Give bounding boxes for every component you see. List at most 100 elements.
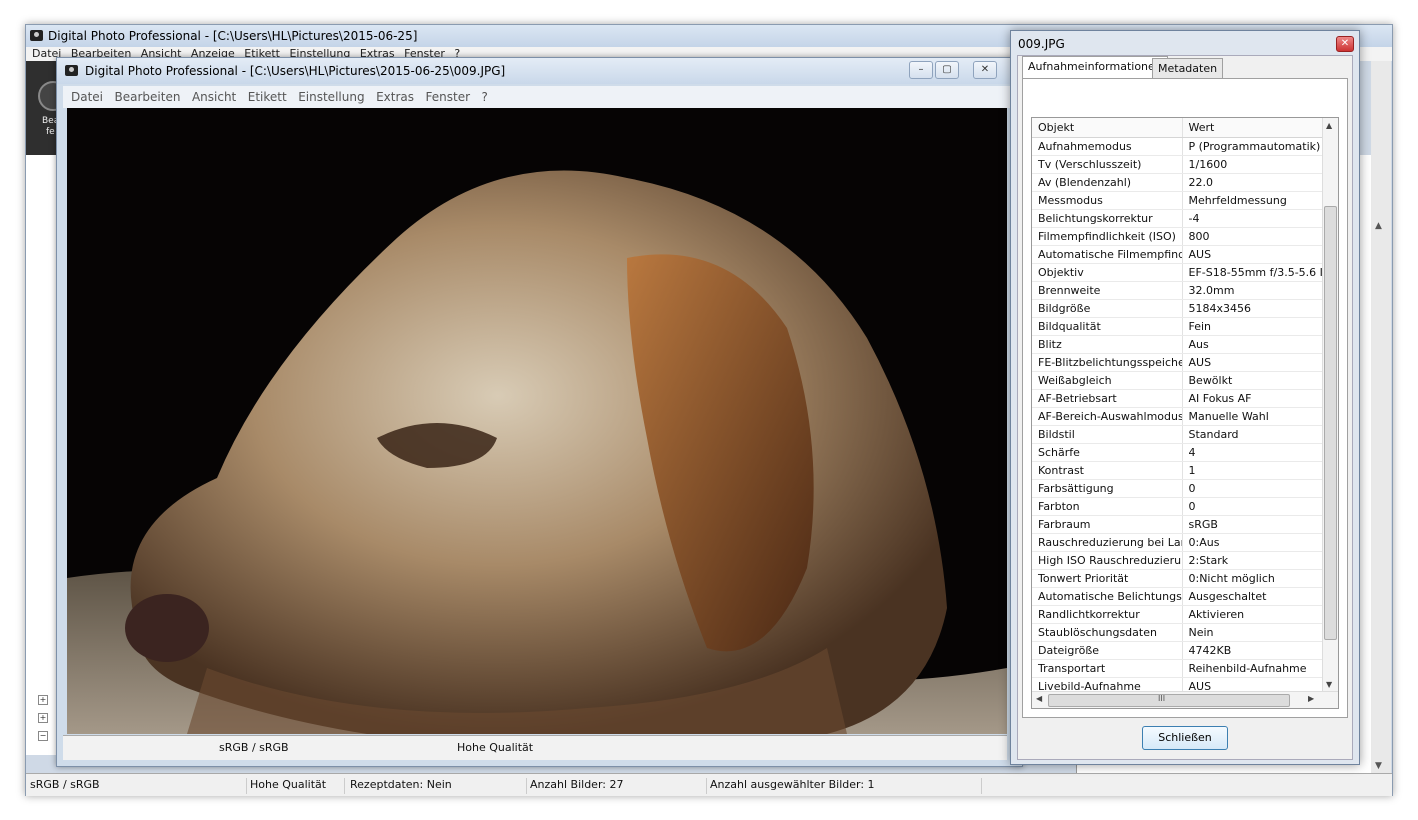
table-cell-value: 4742KB	[1182, 641, 1323, 660]
dialog-close-icon[interactable]: ✕	[1336, 36, 1354, 52]
dog-photo	[67, 108, 1007, 734]
menu-etikett[interactable]: Etikett	[248, 90, 287, 104]
table-row[interactable]: Bildstil Standard	[1032, 425, 1323, 444]
tree-expand-icon[interactable]: +	[38, 713, 48, 723]
table-cell-value: EF-S18-55mm f/3.5-5.6 IS I	[1182, 263, 1323, 282]
table-row[interactable]: Bildqualität Fein	[1032, 317, 1323, 336]
table-cell-property: Objektiv	[1032, 263, 1183, 282]
scroll-down-arrow-icon[interactable]: ▼	[1326, 680, 1332, 689]
table-cell-value: 0	[1182, 497, 1323, 516]
table-row[interactable]: Brennweite 32.0mm	[1032, 281, 1323, 300]
tab-aufnahmeinformationen[interactable]: Aufnahmeinformationen	[1022, 56, 1168, 80]
table-cell-property: Farbton	[1032, 497, 1183, 516]
minimize-button[interactable]: –	[909, 61, 933, 79]
table-row[interactable]: Randlichtkorrektur Aktivieren	[1032, 605, 1323, 624]
table-row[interactable]: Filmempfindlichkeit (ISO) 800	[1032, 227, 1323, 246]
menu-ansicht[interactable]: Ansicht	[192, 90, 236, 104]
main-statusbar: sRGB / sRGB Hohe Qualität Rezeptdaten: N…	[26, 773, 1392, 796]
table-cell-property: Belichtungskorrektur	[1032, 209, 1183, 228]
table-row[interactable]: Dateigröße 4742KB	[1032, 641, 1323, 660]
table-cell-value: 0:Aus	[1182, 533, 1323, 552]
table-row[interactable]: Tonwert Priorität 0:Nicht möglich	[1032, 569, 1323, 588]
menu-datei[interactable]: Datei	[71, 90, 103, 104]
image-menubar: Datei Bearbeiten Ansicht Etikett Einstel…	[63, 86, 1016, 108]
table-cell-value: Fein	[1182, 317, 1323, 336]
image-status-quality: Hohe Qualität	[457, 741, 534, 754]
table-horizontal-scroll-thumb[interactable]	[1048, 694, 1290, 707]
table-row[interactable]: Automatische Belichtungso...Ausgeschalte…	[1032, 587, 1323, 606]
table-row[interactable]: Objektiv EF-S18-55mm f/3.5-5.6 IS I	[1032, 263, 1323, 282]
scroll-right-arrow-icon[interactable]: ▶	[1308, 694, 1314, 703]
table-row[interactable]: Belichtungskorrektur -4	[1032, 209, 1323, 228]
scroll-left-arrow-icon[interactable]: ◀	[1036, 694, 1042, 703]
tree-expand-icon[interactable]: +	[38, 695, 48, 705]
status-color-space: sRGB / sRGB	[30, 778, 247, 794]
table-cell-property: Blitz	[1032, 335, 1183, 354]
table-row[interactable]: Messmodus Mehrfeldmessung	[1032, 191, 1323, 210]
table-cell-value: Standard	[1182, 425, 1323, 444]
column-header-wert[interactable]: Wert	[1182, 118, 1323, 138]
table-row[interactable]: Av (Blendenzahl) 22.0	[1032, 173, 1323, 192]
window-close-button[interactable]: ✕	[973, 61, 997, 79]
maximize-button[interactable]: ▢	[935, 61, 959, 79]
table-row[interactable]: Blitz Aus	[1032, 335, 1323, 354]
table-row[interactable]: High ISO Rauschreduzierung 2:Stark	[1032, 551, 1323, 570]
table-cell-property: AF-Bereich-Auswahlmodus	[1032, 407, 1183, 426]
table-header-row: Objekt Wert	[1032, 118, 1323, 138]
table-cell-property: Randlichtkorrektur	[1032, 605, 1183, 624]
menu-extras[interactable]: Extras	[376, 90, 414, 104]
image-viewer-window: Digital Photo Professional - [C:\Users\H…	[56, 57, 1023, 767]
scroll-down-arrow-icon[interactable]: ▼	[1375, 761, 1382, 771]
table-row[interactable]: FE-Blitzbelichtungsspeicher...AUS	[1032, 353, 1323, 372]
table-cell-value: Nein	[1182, 623, 1323, 642]
scroll-up-arrow-icon[interactable]: ▲	[1326, 121, 1332, 130]
info-table[interactable]: Objekt Wert Aufnahmemodus P (Programmauto…	[1031, 117, 1339, 709]
schliessen-button[interactable]: Schließen	[1142, 726, 1228, 750]
table-cell-property: High ISO Rauschreduzierung	[1032, 551, 1183, 570]
menu-bearbeiten[interactable]: Bearbeiten	[115, 90, 181, 104]
table-row[interactable]: AF-Bereich-Auswahlmodus Manuelle Wahl	[1032, 407, 1323, 426]
column-header-objekt[interactable]: Objekt	[1032, 118, 1183, 138]
table-row[interactable]: Rauschreduzierung bei Lan...0:Aus	[1032, 533, 1323, 552]
table-row[interactable]: Tv (Verschlusszeit) 1/1600	[1032, 155, 1323, 174]
table-row[interactable]: Transportart Reihenbild-Aufnahme	[1032, 659, 1323, 678]
table-row[interactable]: Kontrast 1	[1032, 461, 1323, 480]
table-row[interactable]: Farbton 0	[1032, 497, 1323, 516]
table-row[interactable]: Schärfe 4	[1032, 443, 1323, 462]
image-window-titlebar[interactable]: Digital Photo Professional - [C:\Users\H…	[57, 58, 1022, 84]
table-cell-property: AF-Betriebsart	[1032, 389, 1183, 408]
table-row[interactable]: Weißabgleich Bewölkt	[1032, 371, 1323, 390]
dialog-titlebar[interactable]: 009.JPG ✕	[1011, 31, 1359, 55]
table-row[interactable]: Bildgröße 5184x3456	[1032, 299, 1323, 318]
table-cell-property: Schärfe	[1032, 443, 1183, 462]
table-row[interactable]: Staublöschungsdaten Nein	[1032, 623, 1323, 642]
table-cell-value: AUS	[1182, 245, 1323, 264]
table-cell-property: Farbraum	[1032, 515, 1183, 534]
table-row[interactable]: Farbsättigung 0	[1032, 479, 1323, 498]
tree-collapse-icon[interactable]: −	[38, 731, 48, 741]
table-cell-property: Filmempfindlichkeit (ISO)	[1032, 227, 1183, 246]
table-row[interactable]: Automatische Filmempfindli...AUS	[1032, 245, 1323, 264]
menu-help[interactable]: ?	[482, 90, 488, 104]
table-row[interactable]: Aufnahmemodus P (Programmautomatik)	[1032, 137, 1323, 156]
table-cell-value: sRGB	[1182, 515, 1323, 534]
main-vertical-scrollbar[interactable]: ▲ ▼	[1371, 61, 1391, 781]
table-cell-property: Kontrast	[1032, 461, 1183, 480]
table-cell-property: Brennweite	[1032, 281, 1183, 300]
table-cell-value: P (Programmautomatik)	[1182, 137, 1323, 156]
table-row[interactable]: Farbraum sRGB	[1032, 515, 1323, 534]
status-quality: Hohe Qualität	[250, 778, 345, 794]
image-status-color-space: sRGB / sRGB	[219, 741, 289, 754]
table-cell-property: Automatische Filmempfindli...	[1032, 245, 1183, 264]
tab-metadaten[interactable]: Metadaten	[1152, 58, 1224, 79]
main-window-title: Digital Photo Professional - [C:\Users\H…	[48, 29, 418, 43]
table-vertical-scroll-thumb[interactable]	[1324, 206, 1337, 640]
camera-app-icon	[30, 30, 43, 41]
menu-einstellung[interactable]: Einstellung	[298, 90, 364, 104]
scroll-up-arrow-icon[interactable]: ▲	[1375, 221, 1382, 231]
table-cell-value: 0	[1182, 479, 1323, 498]
table-cell-property: Messmodus	[1032, 191, 1183, 210]
table-row[interactable]: AF-Betriebsart AI Fokus AF	[1032, 389, 1323, 408]
status-recipe: Rezeptdaten: Nein	[350, 778, 527, 794]
menu-fenster[interactable]: Fenster	[426, 90, 471, 104]
